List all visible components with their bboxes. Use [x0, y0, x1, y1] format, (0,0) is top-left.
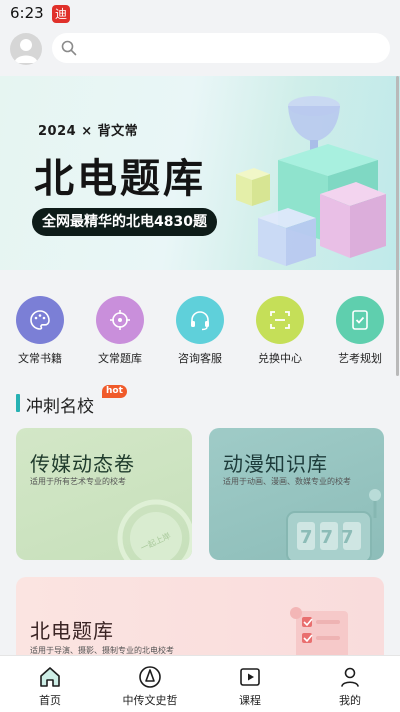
menu-item-support-circle — [176, 296, 224, 344]
menu-item-label: 咨询客服 — [178, 352, 222, 365]
status-bar: 6:23 迪 — [0, 0, 400, 28]
user-avatar-icon — [14, 39, 38, 63]
card-subtitle: 适用于所有艺术专业的校考 — [30, 477, 126, 486]
app-notification-icon: 迪 — [52, 5, 70, 23]
section-title: 冲刺名校 — [26, 397, 94, 417]
checklist-icon — [352, 310, 368, 330]
avatar[interactable] — [10, 33, 42, 65]
card-title: 传媒动态卷 — [30, 452, 135, 476]
user-icon — [341, 667, 359, 687]
banner-title: 北电题库 — [34, 156, 206, 202]
target-icon — [110, 310, 130, 330]
card-bd-question-bank[interactable]: 北电题库 适用于导演、摄影、摄制专业的北电校考 — [16, 577, 384, 667]
hot-badge: hot — [102, 385, 127, 398]
card-title: 北电题库 — [30, 619, 114, 643]
card-anime-knowledge[interactable]: 动漫知识库 适用于动画、漫画、数媒专业的校考 777 — [209, 428, 384, 560]
slot-digits: 777 — [300, 527, 362, 548]
tab-home[interactable]: 首页 — [0, 656, 100, 712]
menu-item-label: 文常题库 — [98, 352, 142, 365]
tab-label: 课程 — [239, 694, 261, 707]
tab-label: 中传文史哲 — [122, 694, 178, 707]
card-title: 动漫知识库 — [223, 452, 328, 476]
scrollbar[interactable] — [396, 76, 399, 376]
menu-item-planning[interactable]: 艺考规划 — [320, 296, 400, 366]
search-icon — [61, 40, 77, 56]
palette-icon — [30, 310, 50, 330]
play-icon — [240, 668, 260, 686]
banner-pill: 全网最精华的北电4830题 — [32, 208, 217, 236]
card-media-paper[interactable]: 传媒动态卷 适用于所有艺术专业的校考 一起上岸 — [16, 428, 192, 560]
promo-banner[interactable]: 2024 × 背文常 北电题库 全网最精华的北电4830题 — [0, 76, 400, 270]
banner-year-line: 2024 × 背文常 — [38, 124, 139, 139]
menu-item-label: 兑换中心 — [258, 352, 302, 365]
compass-icon — [139, 666, 161, 688]
tab-profile[interactable]: 我的 — [300, 656, 400, 712]
tab-literature[interactable]: 中传文史哲 — [100, 656, 200, 712]
quick-menu: 文常书籍 文常题库 咨询客服 兑换中心 艺考规划 — [0, 296, 400, 376]
menu-item-redeem[interactable]: 兑换中心 — [240, 296, 320, 366]
headset-icon — [191, 311, 209, 331]
search-input[interactable] — [52, 33, 390, 63]
menu-item-questions-circle — [96, 296, 144, 344]
stamp-seal-icon: 一起上岸 — [117, 499, 192, 560]
menu-item-redeem-circle — [256, 296, 304, 344]
bottom-nav: 首页 中传文史哲 课程 我的 — [0, 655, 400, 712]
menu-item-label: 文常书籍 — [18, 352, 62, 365]
menu-item-support[interactable]: 咨询客服 — [160, 296, 240, 366]
banner-trophy-cubes-illustration — [236, 96, 386, 266]
section-accent-bar — [16, 394, 20, 412]
tab-courses[interactable]: 课程 — [200, 656, 300, 712]
status-time: 6:23 — [10, 4, 44, 22]
tab-label: 首页 — [39, 694, 61, 707]
menu-item-planning-circle — [336, 296, 384, 344]
menu-item-books-circle — [16, 296, 64, 344]
tab-label: 我的 — [339, 694, 361, 707]
card-subtitle: 适用于动画、漫画、数媒专业的校考 — [223, 477, 351, 486]
scan-icon — [270, 311, 290, 329]
banner-pill-text: 全网最精华的北电4830题 — [42, 214, 207, 230]
menu-item-label: 艺考规划 — [338, 352, 382, 365]
home-icon — [40, 667, 60, 687]
slot-machine-icon: 777 — [286, 489, 381, 560]
menu-item-questions[interactable]: 文常题库 — [80, 296, 160, 366]
menu-item-books[interactable]: 文常书籍 — [0, 296, 80, 366]
